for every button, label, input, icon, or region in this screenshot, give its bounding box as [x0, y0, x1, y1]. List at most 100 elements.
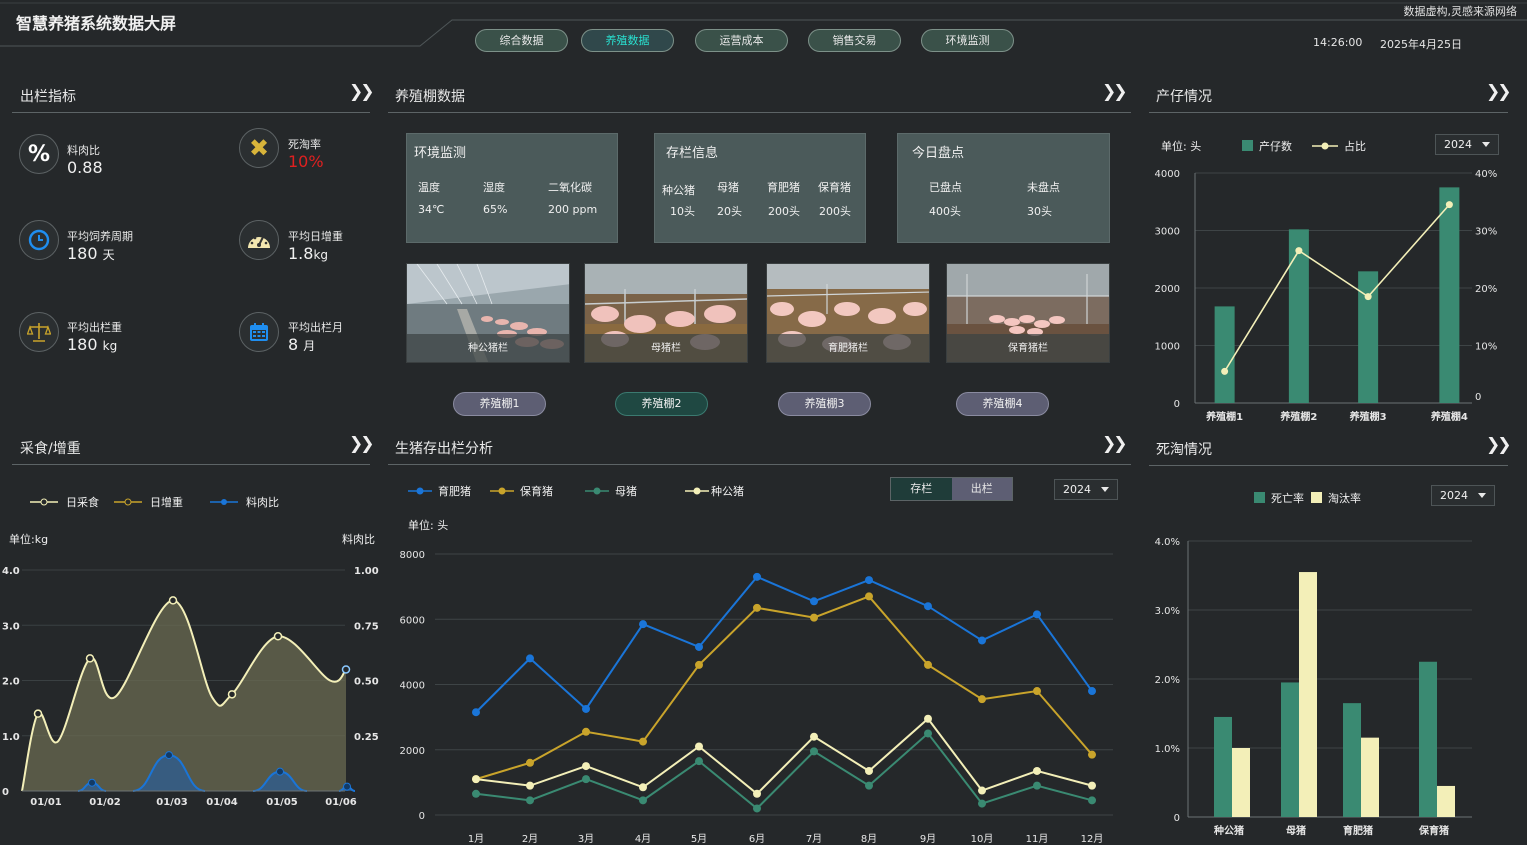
legend-item[interactable]: 种公猪	[685, 483, 744, 499]
pen-button-2[interactable]: 养殖棚2	[615, 392, 708, 416]
double-chevron-right-icon[interactable]: ❯❯	[1486, 82, 1511, 102]
data-point	[582, 727, 590, 736]
indicator-label: 平均出栏月	[288, 321, 343, 334]
calendar-icon	[239, 312, 279, 352]
legend-item[interactable]: 死亡率	[1254, 490, 1304, 506]
y2-tick-label: 20%	[1475, 284, 1497, 295]
data-point	[526, 796, 534, 805]
indicator-label: 平均出栏重	[67, 321, 122, 334]
mortality-chart: 0 1.0% 2.0% 3.0% 4.0% 种公猪 母猪 育肥猪 保育猪	[1155, 537, 1472, 837]
photo-boar-pen[interactable]: 种公猪栏	[406, 263, 570, 363]
data-point	[695, 642, 703, 651]
legend-line-marker	[408, 487, 432, 495]
card-value: 10头	[670, 205, 695, 218]
data-point	[865, 781, 873, 790]
divider	[388, 112, 1131, 113]
legend-item[interactable]: 保育猪	[490, 483, 553, 499]
divider	[1149, 465, 1508, 466]
double-chevron-right-icon[interactable]: ❯❯	[1102, 434, 1127, 454]
legend-item[interactable]: 产仔数	[1242, 138, 1292, 154]
count-card: 今日盘点 已盘点 未盘点 400头 30头	[897, 133, 1110, 243]
indicator-value-red: 10%	[288, 152, 324, 171]
data-point	[810, 597, 818, 606]
data-point	[526, 781, 534, 790]
y-tick-label: 2.0%	[1155, 675, 1180, 686]
bar	[1439, 187, 1460, 403]
bar-cull	[1299, 572, 1317, 817]
divider	[388, 464, 1131, 465]
area-fill	[22, 600, 346, 791]
legend-item[interactable]: 日采食	[30, 494, 99, 510]
data-point	[639, 737, 647, 746]
x-tick-label: 11月	[1026, 833, 1049, 845]
toggle-stock[interactable]: 存栏	[891, 478, 952, 500]
clock-icon	[19, 220, 59, 260]
legend-item[interactable]: 淘汰率	[1311, 490, 1361, 506]
nav-button-sales[interactable]: 销售交易	[808, 29, 901, 52]
divider	[12, 112, 370, 113]
photo-fattening-pen[interactable]: 育肥猪栏	[766, 263, 930, 363]
nav-button-cost[interactable]: 运营成本	[695, 29, 788, 52]
data-point	[276, 767, 284, 776]
photo-nursery-pen[interactable]: 保育猪栏	[946, 263, 1110, 363]
double-chevron-right-icon[interactable]: ❯❯	[1102, 82, 1127, 102]
nav-button-environment[interactable]: 环境监测	[921, 29, 1014, 52]
x-tick-label: 01/01	[30, 797, 62, 808]
y-tick-label: 3000	[1155, 227, 1180, 238]
x-tick-label: 8月	[861, 833, 877, 845]
legend-item[interactable]: 日增重	[114, 494, 183, 510]
pen-button-3[interactable]: 养殖棚3	[778, 392, 871, 416]
bar-cull	[1361, 737, 1379, 817]
data-point	[695, 742, 703, 751]
x-tick-label: 01/04	[206, 797, 238, 808]
scale-icon	[19, 312, 59, 352]
year-select[interactable]: 2024	[1431, 485, 1495, 506]
legend-item[interactable]: 占比	[1312, 138, 1366, 154]
year-select[interactable]: 2024	[1054, 479, 1118, 500]
double-chevron-right-icon[interactable]: ❯❯	[349, 82, 374, 102]
data-point	[526, 654, 534, 663]
data-point	[472, 775, 480, 784]
y-tick-label: 0	[1174, 813, 1180, 824]
x-tick-label: 3月	[578, 833, 594, 845]
legend-swatch	[1311, 492, 1322, 503]
toggle-outbound[interactable]: 出栏	[951, 478, 1012, 500]
data-point	[1033, 610, 1041, 619]
x-tick-label: 育肥猪	[1343, 824, 1373, 837]
env-card: 环境监测 温度 湿度 二氧化碳 34℃ 65% 200 ppm	[406, 133, 618, 243]
card-header: 温度	[418, 181, 440, 194]
x-tick-label: 母猪	[1286, 824, 1306, 837]
unit-label: 单位: 头	[1161, 140, 1202, 153]
series-line	[475, 731, 1093, 810]
data-point	[810, 747, 818, 756]
y-tick-label: 2000	[1155, 284, 1180, 295]
y2-tick-label: 10%	[1475, 342, 1497, 353]
double-chevron-right-icon[interactable]: ❯❯	[1486, 435, 1511, 455]
nav-button-overview[interactable]: 综合数据	[475, 29, 568, 52]
data-point	[526, 758, 534, 767]
photo-sow-pen[interactable]: 母猪栏	[584, 263, 748, 363]
bar	[1214, 306, 1235, 403]
y-tick-label: 8000	[400, 550, 425, 561]
legend-item[interactable]: 育肥猪	[408, 483, 471, 499]
legend-item[interactable]: 料肉比	[210, 494, 279, 510]
farrowing-chart: 0 1000 2000 3000 4000 0 10% 20% 30% 40% 养殖棚1 养殖棚2 养殖…	[1155, 169, 1498, 423]
y-tick-label: 4.0%	[1155, 537, 1180, 548]
x-tick-label: 01/05	[266, 797, 298, 808]
legend-item[interactable]: 母猪	[585, 483, 637, 499]
card-header: 已盘点	[929, 181, 962, 194]
card-value: 200 ppm	[548, 203, 598, 216]
axis-unit-left: 单位:kg	[9, 533, 49, 546]
y-tick-label: 2000	[400, 746, 425, 757]
pen-button-4[interactable]: 养殖棚4	[956, 392, 1049, 416]
indicator-label: 料肉比	[67, 144, 100, 157]
y2-tick-label: 0.50	[354, 677, 379, 688]
data-point	[582, 762, 590, 771]
year-select[interactable]: 2024	[1435, 134, 1499, 155]
y2-tick-label: 1.00	[354, 566, 379, 577]
x-tick-label: 种公猪	[1213, 824, 1244, 837]
pen-button-1[interactable]: 养殖棚1	[453, 392, 546, 416]
nav-button-breeding[interactable]: 养殖数据	[581, 29, 674, 52]
x-tick-label: 7月	[806, 833, 822, 845]
double-chevron-right-icon[interactable]: ❯❯	[349, 434, 374, 454]
